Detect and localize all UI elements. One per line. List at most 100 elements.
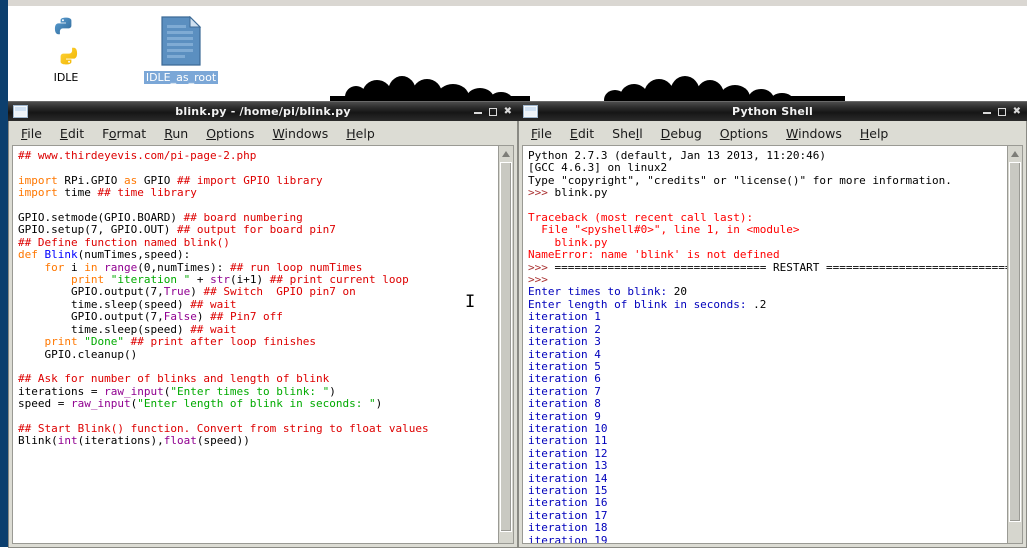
shell-window[interactable]: Python Shell ✖ File Edit Shell Debug Opt…	[518, 101, 1027, 548]
desktop-icon-idle[interactable]: IDLE	[18, 8, 114, 85]
code-token: (speed))	[196, 434, 250, 448]
scroll-up-arrow-icon[interactable]	[1008, 147, 1022, 161]
menu-help[interactable]: Help	[346, 126, 375, 141]
code-token: Type "copyright", "credits" or "license(…	[528, 173, 952, 187]
code-token: ================================ RESTART…	[554, 260, 1023, 274]
editor-vertical-scrollbar[interactable]	[498, 146, 513, 543]
code-token: range	[104, 260, 138, 274]
code-token: blink.py	[528, 235, 608, 249]
menu-options[interactable]: Options	[206, 126, 254, 141]
code-token: iteration 16	[528, 496, 608, 510]
shell-titlebar[interactable]: Python Shell ✖	[518, 101, 1027, 121]
desktop-icon-idle-as-root[interactable]: IDLE_as_root	[133, 8, 229, 85]
desktop-top-panel	[8, 0, 1027, 6]
menu-file[interactable]: File	[531, 126, 552, 141]
code-line: iteration 8	[528, 397, 1022, 411]
code-token: .2	[753, 297, 767, 311]
desktop-icon-label: IDLE_as_root	[143, 71, 219, 84]
editor-source-code[interactable]: ## www.thirdeyevis.com/pi-page-2.php imp…	[13, 146, 513, 448]
code-token: >>>	[528, 186, 555, 200]
shell-console-output[interactable]: Python 2.7.3 (default, Jan 13 2013, 11:2…	[523, 146, 1023, 543]
shell-window-controls[interactable]: ✖	[982, 106, 1021, 117]
code-token: NameError: name 'blink' is not defined	[528, 248, 780, 262]
shell-vertical-scrollbar[interactable]	[1007, 146, 1022, 543]
menu-debug[interactable]: Debug	[661, 126, 702, 141]
code-line: iteration 7	[528, 385, 1022, 398]
code-token: iteration 8	[528, 397, 601, 411]
shell-scroll-thumb[interactable]	[1009, 162, 1021, 522]
scroll-up-arrow-icon[interactable]	[499, 147, 513, 161]
code-token: ## run loop numTimes	[229, 260, 363, 274]
menu-windows[interactable]: Windows	[272, 126, 328, 141]
menu-help[interactable]: Help	[860, 126, 889, 141]
menu-shell[interactable]: Shell	[612, 126, 643, 141]
code-token: )	[196, 310, 211, 324]
code-token: iteration 15	[528, 483, 608, 497]
code-token: Python 2.7.3 (default, Jan 13 2013, 11:2…	[528, 149, 827, 162]
code-token: ## wait	[190, 297, 237, 311]
code-token: Traceback (most recent call last):	[528, 211, 754, 225]
maximize-icon[interactable]	[997, 107, 1006, 116]
menu-edit[interactable]: Edit	[60, 126, 84, 141]
code-token: int	[57, 434, 78, 448]
code-token: "Enter times to blink: "	[170, 384, 330, 398]
code-token: Blink	[44, 248, 78, 262]
minimize-icon[interactable]	[982, 112, 991, 114]
document-icon	[133, 8, 229, 66]
code-token: ## Ask for number of blinks and length o…	[18, 372, 330, 386]
code-line: iteration 4	[528, 348, 1022, 361]
editor-scroll-thumb[interactable]	[500, 162, 512, 532]
menu-file[interactable]: File	[21, 126, 42, 141]
code-token: iteration 3	[528, 335, 601, 349]
code-token: (numTimes,speed):	[77, 248, 191, 262]
code-token: def	[18, 248, 45, 262]
code-line: iteration 6	[528, 373, 1022, 385]
code-token: time	[57, 186, 98, 200]
code-token: iteration 17	[528, 508, 608, 522]
code-token: for	[44, 260, 65, 274]
close-icon[interactable]: ✖	[1013, 106, 1021, 117]
menu-edit[interactable]: Edit	[570, 126, 594, 141]
code-token: ## wait	[190, 322, 237, 336]
editor-menubar[interactable]: File Edit Format Run Options Windows Hel…	[9, 121, 517, 145]
shell-output-area[interactable]: Python 2.7.3 (default, Jan 13 2013, 11:2…	[522, 145, 1023, 544]
code-token: "Enter length of blink in seconds: "	[137, 397, 376, 411]
menu-format[interactable]: Format	[102, 126, 146, 141]
code-token: [GCC 4.6.3] on linux2	[528, 161, 668, 175]
code-token: iteration 11	[528, 434, 608, 448]
code-token: ## Start Blink() function. Convert from …	[18, 421, 429, 435]
editor-text-area[interactable]: ## www.thirdeyevis.com/pi-page-2.php imp…	[12, 145, 514, 544]
maximize-icon[interactable]	[488, 107, 497, 116]
code-token: iterations =	[18, 384, 105, 398]
code-token: raw_input	[70, 397, 131, 411]
code-token: Enter times to blink:	[528, 285, 674, 299]
code-token: raw_input	[104, 384, 164, 398]
code-token: GPIO.cleanup()	[18, 347, 138, 361]
editor-titlebar[interactable]: blink.py - /home/pi/blink.py ✖	[8, 101, 518, 121]
menu-options[interactable]: Options	[720, 126, 768, 141]
code-token: (0,numTimes):	[137, 260, 230, 274]
code-token: >>>	[528, 273, 555, 287]
menu-windows[interactable]: Windows	[786, 126, 842, 141]
code-token: iteration 13	[528, 459, 608, 473]
desktop-icon-label: IDLE	[53, 71, 79, 84]
code-token: import	[18, 173, 58, 187]
code-line: GPIO.cleanup()	[18, 347, 513, 361]
editor-window[interactable]: blink.py - /home/pi/blink.py ✖ File Edit…	[8, 101, 518, 548]
code-token: ## Switch GPIO pin7 on	[203, 285, 356, 299]
code-token: )	[329, 384, 336, 398]
code-token: (i+1)	[229, 273, 270, 287]
shell-menubar[interactable]: File Edit Shell Debug Options Windows He…	[519, 121, 1026, 145]
close-icon[interactable]: ✖	[504, 106, 512, 117]
code-token: iteration 2	[528, 322, 601, 336]
code-line: ## www.thirdeyevis.com/pi-page-2.php	[18, 149, 513, 162]
editor-window-controls[interactable]: ✖	[473, 106, 512, 117]
code-token: ## print after loop finishes	[130, 335, 317, 349]
menu-run[interactable]: Run	[164, 126, 188, 141]
minimize-icon[interactable]	[473, 112, 482, 114]
code-line: speed = raw_input("Enter length of blink…	[18, 397, 513, 411]
code-token: iteration 12	[528, 446, 608, 460]
mouse-ibeam-cursor: I	[465, 292, 476, 312]
